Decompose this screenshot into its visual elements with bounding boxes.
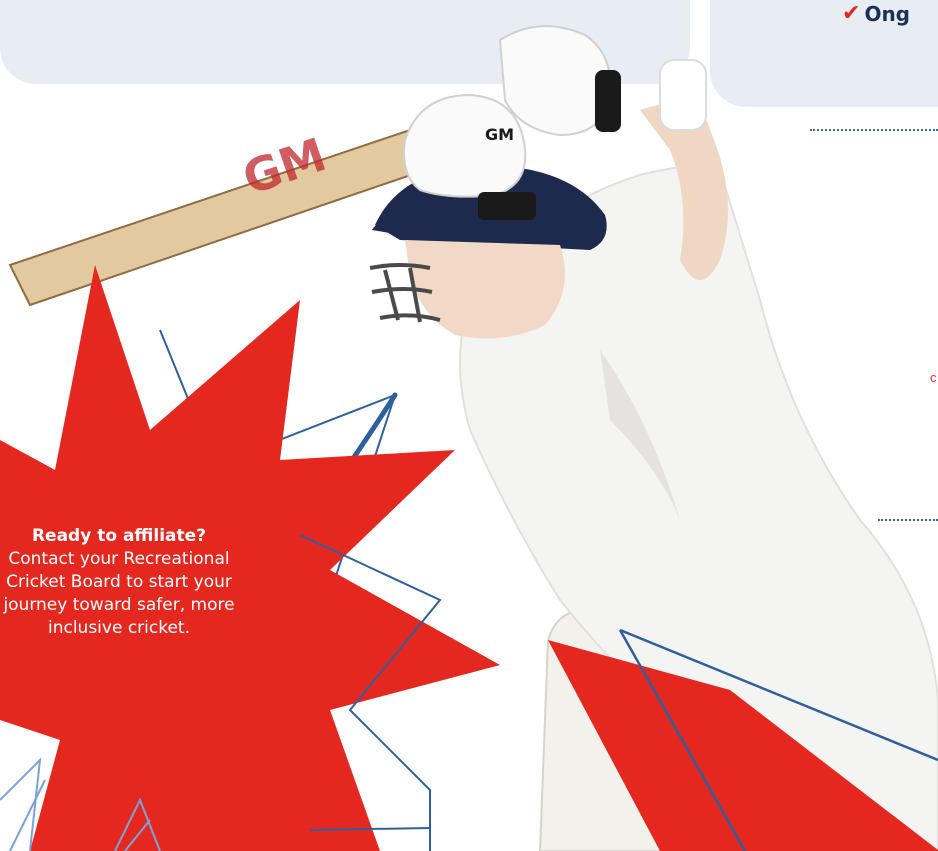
batting-glove-left bbox=[403, 93, 527, 198]
affiliate-callout: Ready to affiliate? Contact your Recreat… bbox=[0, 525, 244, 640]
batter-photo: GM GM bbox=[0, 25, 938, 851]
glove-logo: GM bbox=[485, 125, 514, 144]
glove-strap bbox=[478, 192, 536, 220]
callout-body: Contact your Recreational Cricket Board … bbox=[3, 549, 235, 638]
side-text-fragment: c bbox=[930, 370, 937, 385]
wristband bbox=[659, 59, 707, 131]
cricket-bat bbox=[8, 128, 442, 307]
glove-strap-right bbox=[595, 70, 621, 132]
batter-face bbox=[405, 240, 565, 339]
callout-title: Ready to affiliate? bbox=[31, 526, 207, 546]
